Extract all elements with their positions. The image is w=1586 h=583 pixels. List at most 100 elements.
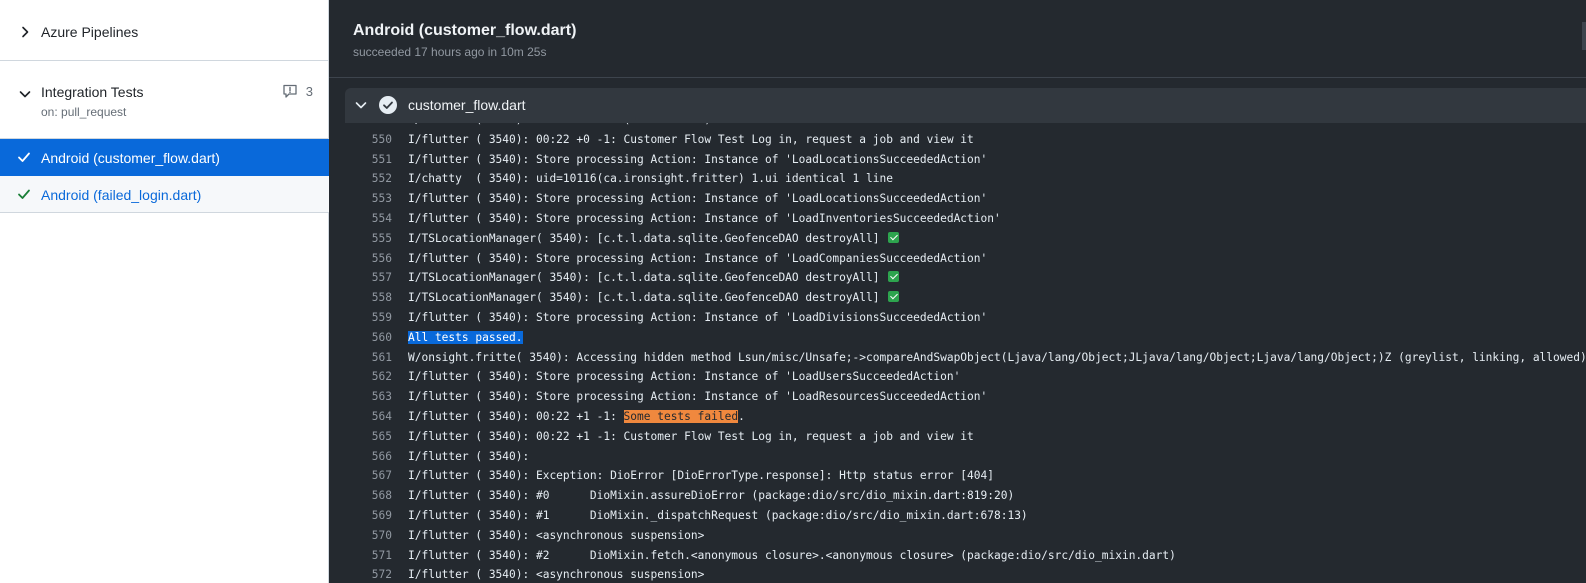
chevron-right-icon xyxy=(22,26,29,38)
log-line-content: I/flutter ( 3540): #1 DioMixin._dispatch… xyxy=(408,508,1028,522)
log-line-content: I/flutter ( 3540): <asynchronous suspens… xyxy=(408,528,705,542)
log-line-number[interactable]: 571 xyxy=(329,546,392,566)
step-name: customer_flow.dart xyxy=(408,97,526,113)
check-icon xyxy=(18,152,30,162)
log-line-text: W/onsight.fritte( 3540): Accessing hidde… xyxy=(408,348,1586,368)
log-line-text: I/flutter ( 3540): 00:22 +1 -1: Customer… xyxy=(408,427,974,447)
log-line-text: I/flutter ( 3540): #1 DioMixin._dispatch… xyxy=(408,506,1028,526)
log-line-content: I/flutter ( 3540): Store processing Acti… xyxy=(408,192,988,206)
passed-highlight: All tests passed. xyxy=(408,330,523,344)
log-line-text: I/flutter ( 3540): Store processing Acti… xyxy=(408,308,987,328)
log-line-number[interactable]: 569 xyxy=(329,506,392,526)
log-line[interactable]: 566 I/flutter ( 3540): xyxy=(329,447,1586,467)
log-line[interactable]: 552 I/chatty ( 3540): uid=10116(ca.ironsi… xyxy=(329,169,1586,189)
check-emoji-icon xyxy=(888,271,900,283)
check-emoji-icon xyxy=(888,291,900,303)
log-line-text: I/flutter ( 3540): 00:22 +1 -1: Some tes… xyxy=(408,407,745,427)
log-line[interactable]: 572 I/flutter ( 3540): <asynchronous susp… xyxy=(329,565,1586,583)
log-line-number[interactable]: 565 xyxy=(329,427,392,447)
log-line-number[interactable]: 549 xyxy=(329,123,392,130)
log-line[interactable]: 568 I/flutter ( 3540): #0 DioMixin.assure… xyxy=(329,486,1586,506)
chevron-down-icon xyxy=(355,102,367,109)
log-line-number[interactable]: 551 xyxy=(329,150,392,170)
annotations-badge[interactable]: 3 xyxy=(282,83,313,99)
log-line-number[interactable]: 572 xyxy=(329,565,392,583)
log-line[interactable]: 569 I/flutter ( 3540): #1 DioMixin._dispa… xyxy=(329,506,1586,526)
log-line-number[interactable]: 552 xyxy=(329,169,392,189)
log-line-content: I/flutter ( 3540): Store processing Acti… xyxy=(408,370,961,384)
log-line-text: I/chatty ( 3540): uid=10116(ca.ironsight… xyxy=(408,169,893,189)
log-line[interactable]: 561 W/onsight.fritte( 3540): Accessing hi… xyxy=(329,348,1586,368)
log-line[interactable]: 567 I/flutter ( 3540): Exception: DioErro… xyxy=(329,466,1586,486)
log-line-content: I/flutter ( 3540): Store processing Acti… xyxy=(408,251,988,265)
log-line-text: I/flutter ( 3540): Store processing Acti… xyxy=(408,209,1001,229)
job-item-android-customer-flow[interactable]: Android (customer_flow.dart) xyxy=(0,139,329,176)
log-line-content: I/flutter ( 3540): #0 DioMixin.assureDio… xyxy=(408,489,1015,503)
job-header: Android (customer_flow.dart) succeeded 1… xyxy=(329,0,1586,78)
log-line-number[interactable]: 555 xyxy=(329,229,392,249)
log-line[interactable]: 556 I/flutter ( 3540): Store processing A… xyxy=(329,249,1586,269)
job-item-label: Android (failed_login.dart) xyxy=(41,187,202,203)
log-line-number[interactable]: 563 xyxy=(329,387,392,407)
log-line-content: I/flutter ( 3540): #2 DioMixin.fetch.<an… xyxy=(408,548,1176,562)
workflow-group-azure-pipelines[interactable]: Azure Pipelines xyxy=(0,0,329,61)
log-line-number[interactable]: 550 xyxy=(329,130,392,150)
log-line[interactable]: 564 I/flutter ( 3540): 00:22 +1 -1: Some … xyxy=(329,407,1586,427)
log-line[interactable]: 570 I/flutter ( 3540): <asynchronous susp… xyxy=(329,526,1586,546)
step-header[interactable]: customer_flow.dart xyxy=(345,88,1586,123)
log-line[interactable]: 553 I/flutter ( 3540): Store processing A… xyxy=(329,189,1586,209)
log-line-number[interactable]: 558 xyxy=(329,288,392,308)
log-line[interactable]: 558 I/TSLocationManager( 3540): [c.t.l.da… xyxy=(329,288,1586,308)
check-icon xyxy=(18,189,30,199)
log-line-number[interactable]: 560 xyxy=(329,328,392,348)
check-emoji-icon xyxy=(888,231,900,243)
log-line-number[interactable]: 554 xyxy=(329,209,392,229)
log-line-content: I/flutter ( 3540): Store processing Acti… xyxy=(408,310,988,324)
log-line[interactable]: 550 I/flutter ( 3540): 00:22 +0 -1: Custo… xyxy=(329,130,1586,150)
log-line-number[interactable]: 557 xyxy=(329,268,392,288)
log-line[interactable]: 563 I/flutter ( 3540): Store processing A… xyxy=(329,387,1586,407)
log-line-number[interactable]: 561 xyxy=(329,348,392,368)
workflow-integration-tests[interactable]: Integration Tests on: pull_request 3 xyxy=(0,61,329,139)
annotations-count: 3 xyxy=(305,83,313,99)
log-line-number[interactable]: 564 xyxy=(329,407,392,427)
workflow-title: Integration Tests xyxy=(41,84,144,100)
log-line-content: I/flutter ( 3540): Store processing Acti… xyxy=(408,211,1001,225)
log-line[interactable]: 562 I/flutter ( 3540): Store processing A… xyxy=(329,367,1586,387)
log-line-number[interactable]: 566 xyxy=(329,447,392,467)
chevron-down-icon xyxy=(19,91,31,98)
log-line-number[interactable]: 562 xyxy=(329,367,392,387)
log-line[interactable]: 559 I/flutter ( 3540): Store processing A… xyxy=(329,308,1586,328)
step-success-icon xyxy=(379,96,397,114)
log-line[interactable]: 557 I/TSLocationManager( 3540): [c.t.l.da… xyxy=(329,268,1586,288)
log-line[interactable]: 571 I/flutter ( 3540): #2 DioMixin.fetch.… xyxy=(329,546,1586,566)
job-log-panel: Android (customer_flow.dart) succeeded 1… xyxy=(329,0,1586,583)
log-line-content: I/flutter ( 3540): <asynchronous suspens… xyxy=(408,568,705,582)
log-line-content: I/flutter ( 3540): 00:22 +1 -1: Customer… xyxy=(408,429,974,443)
log-line-content: I/flutter ( 3540): 00:22 +0 -1: (tearDow… xyxy=(408,123,711,126)
log-line-number[interactable]: 568 xyxy=(329,486,392,506)
header-edge-control[interactable] xyxy=(1582,22,1586,50)
log-line-content: I/flutter ( 3540): Exception: DioError [… xyxy=(408,469,994,483)
log-line[interactable]: 565 I/flutter ( 3540): 00:22 +1 -1: Custo… xyxy=(329,427,1586,447)
log-line-number[interactable]: 567 xyxy=(329,466,392,486)
log-line-number[interactable]: 556 xyxy=(329,249,392,269)
log-line[interactable]: 554 I/flutter ( 3540): Store processing A… xyxy=(329,209,1586,229)
log-line[interactable]: 551 I/flutter ( 3540): Store processing A… xyxy=(329,150,1586,170)
log-line-number[interactable]: 570 xyxy=(329,526,392,546)
log-line-content: I/TSLocationManager( 3540): [c.t.l.data.… xyxy=(408,231,880,245)
log-line-text: I/flutter ( 3540): Exception: DioError [… xyxy=(408,466,994,486)
log-line-text: I/flutter ( 3540): 00:22 +0 -1: (tearDow… xyxy=(408,123,711,130)
log-line-number[interactable]: 559 xyxy=(329,308,392,328)
log-line[interactable]: 555 I/TSLocationManager( 3540): [c.t.l.da… xyxy=(329,229,1586,249)
job-item-android-failed-login[interactable]: Android (failed_login.dart) xyxy=(0,176,329,213)
log-line-content: I/chatty ( 3540): uid=10116(ca.ironsight… xyxy=(408,172,893,186)
log-line-text: I/flutter ( 3540): Store processing Acti… xyxy=(408,150,987,170)
log-line-text: I/TSLocationManager( 3540): [c.t.l.data.… xyxy=(408,288,900,308)
log-line-number[interactable]: 553 xyxy=(329,189,392,209)
log-line-content: I/flutter ( 3540): Store processing Acti… xyxy=(408,390,988,404)
log-output: 549 I/flutter ( 3540): 00:22 +0 -1: (tear… xyxy=(329,123,1586,583)
log-line[interactable]: 549 I/flutter ( 3540): 00:22 +0 -1: (tear… xyxy=(329,123,1586,130)
log-line[interactable]: 560 All tests passed. xyxy=(329,328,1586,348)
log-line-content: I/TSLocationManager( 3540): [c.t.l.data.… xyxy=(408,271,880,285)
